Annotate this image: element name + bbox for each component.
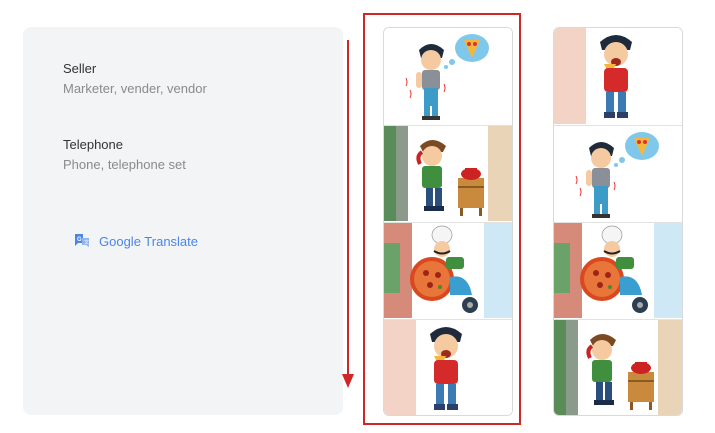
synonym-entry-telephone: Telephone Phone, telephone set	[63, 137, 186, 173]
svg-text:文: 文	[84, 239, 89, 246]
boy-telephone-cabinet-image[interactable]	[384, 125, 512, 221]
scroll-down-arrow-icon	[342, 40, 354, 388]
chef-scooter-pizza-image[interactable]	[384, 222, 512, 318]
boy-eating-pizza-image[interactable]	[384, 319, 512, 415]
svg-text:G: G	[77, 237, 82, 243]
synonym-alternatives: Marketer, vender, vendor	[63, 81, 207, 96]
google-translate-label: Google Translate	[99, 233, 199, 249]
boy-pizza-thought-image[interactable]	[384, 28, 512, 124]
image-strip-1[interactable]	[383, 27, 513, 416]
google-translate-icon: G 文	[75, 234, 89, 247]
synonym-entry-seller: Seller Marketer, vender, vendor	[63, 61, 207, 97]
boy-eating-pizza-image[interactable]	[554, 28, 682, 124]
google-translate-link[interactable]: G 文 Google Translate	[73, 232, 198, 250]
boy-pizza-thought-image[interactable]	[554, 125, 682, 221]
synonym-word: Seller	[63, 61, 97, 76]
synonym-alternatives: Phone, telephone set	[63, 157, 186, 172]
boy-telephone-cabinet-image[interactable]	[554, 319, 682, 415]
image-strip-2[interactable]	[553, 27, 683, 416]
synonym-word: Telephone	[63, 137, 123, 152]
synonyms-card: Seller Marketer, vender, vendor Telephon…	[23, 27, 343, 415]
chef-scooter-pizza-image[interactable]	[554, 222, 682, 318]
